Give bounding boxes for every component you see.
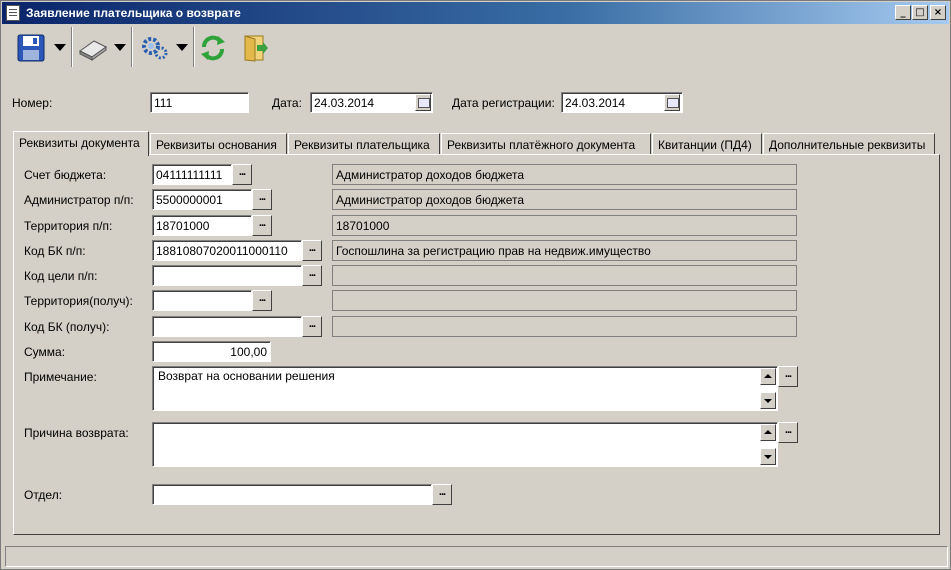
save-group [14,27,72,67]
budget-account-description: Администратор доходов бюджета [332,164,797,185]
exit-icon[interactable] [240,33,270,63]
administrator-description: Администратор доходов бюджета [332,189,797,210]
document-icon [6,5,20,21]
tab-payer-details[interactable]: Реквизиты плательщика [288,133,440,155]
amount-input[interactable]: 100,00 [152,341,271,362]
note-scroll-down-button[interactable] [760,392,776,409]
territory-description: 18701000 [332,215,797,236]
settings-dropdown-icon[interactable] [176,44,188,51]
territory-recv-label: Территория(получ): [24,294,133,308]
administrator-lookup-button[interactable]: ... [252,189,272,210]
date-label: Дата: [272,96,302,110]
department-input[interactable] [152,484,432,505]
department-label: Отдел: [24,488,63,502]
reg-date-calendar-icon[interactable] [664,94,680,111]
tab-additional-details[interactable]: Дополнительные реквизиты [763,133,935,155]
arrow-down-icon [764,399,772,403]
maximize-button[interactable]: □ [912,5,928,20]
kbk-recv-lookup-button[interactable]: ... [302,316,322,337]
note-textarea[interactable]: Возврат на основании решения [152,366,778,411]
close-button[interactable]: × [930,5,946,20]
print-dropdown-icon[interactable] [114,44,126,51]
number-label: Номер: [12,96,53,110]
budget-account-label: Счет бюджета: [24,168,107,182]
purpose-code-lookup-button[interactable]: ... [302,265,322,286]
territory-recv-lookup-button[interactable]: ... [252,290,272,311]
settings-icon[interactable] [140,33,170,63]
note-scroll-up-button[interactable] [760,368,776,385]
territory-input[interactable]: 18701000 [152,215,252,236]
window-title: Заявление плательщика о возврате [26,6,241,20]
kbk-recv-description [332,316,797,337]
refresh-icon[interactable] [198,33,228,63]
save-icon[interactable] [16,33,46,63]
tab-payment-document[interactable]: Реквизиты платёжного документа [441,133,651,155]
kbk-description: Госпошлина за регистрацию прав на недвиж… [332,240,797,261]
reason-lookup-button[interactable]: ... [778,422,798,443]
minimize-button[interactable]: _ [895,5,911,20]
budget-account-lookup-button[interactable]: ... [232,164,252,185]
tab-document-details[interactable]: Реквизиты документа [13,131,149,156]
note-label: Примечание: [24,370,97,384]
save-dropdown-icon[interactable] [54,44,66,51]
department-lookup-button[interactable]: ... [432,484,452,505]
main-window: Заявление плательщика о возврате _ □ × Н… [0,0,951,570]
purpose-code-input[interactable] [152,265,302,286]
kbk-input[interactable]: 18810807020011000110 [152,240,302,261]
toolbar [2,25,949,69]
number-input[interactable]: 111 [150,92,249,113]
tab-basis-details[interactable]: Реквизиты основания [150,133,287,155]
print-group [74,27,132,67]
territory-label: Территория п/п: [24,219,113,233]
title-bar: Заявление плательщика о возврате _ □ × [2,2,949,24]
arrow-down-icon [764,455,772,459]
tab-receipts[interactable]: Квитанции (ПД4) [652,133,762,155]
budget-account-input[interactable]: 04111111111 [152,164,232,185]
print-icon[interactable] [78,33,108,63]
territory-recv-description [332,290,797,311]
amount-label: Сумма: [24,345,66,359]
reason-label: Причина возврата: [24,426,129,440]
kbk-recv-input[interactable] [152,316,302,337]
reason-scroll-down-button[interactable] [760,448,776,465]
purpose-code-description [332,265,797,286]
arrow-up-icon [764,374,772,378]
administrator-label: Администратор п/п: [24,193,134,207]
territory-recv-input[interactable] [152,290,252,311]
purpose-code-label: Код цели п/п: [24,269,98,283]
arrow-up-icon [764,430,772,434]
status-bar [5,546,948,567]
administrator-input[interactable]: 5500000001 [152,189,252,210]
date-calendar-icon[interactable] [415,94,431,111]
kbk-recv-label: Код БК (получ): [24,320,110,334]
reason-textarea[interactable] [152,422,778,467]
territory-lookup-button[interactable]: ... [252,215,272,236]
reg-date-label: Дата регистрации: [452,96,555,110]
note-lookup-button[interactable]: ... [778,366,798,387]
settings-group [134,27,194,67]
reason-scroll-up-button[interactable] [760,424,776,441]
kbk-lookup-button[interactable]: ... [302,240,322,261]
kbk-label: Код БК п/п: [24,244,86,258]
